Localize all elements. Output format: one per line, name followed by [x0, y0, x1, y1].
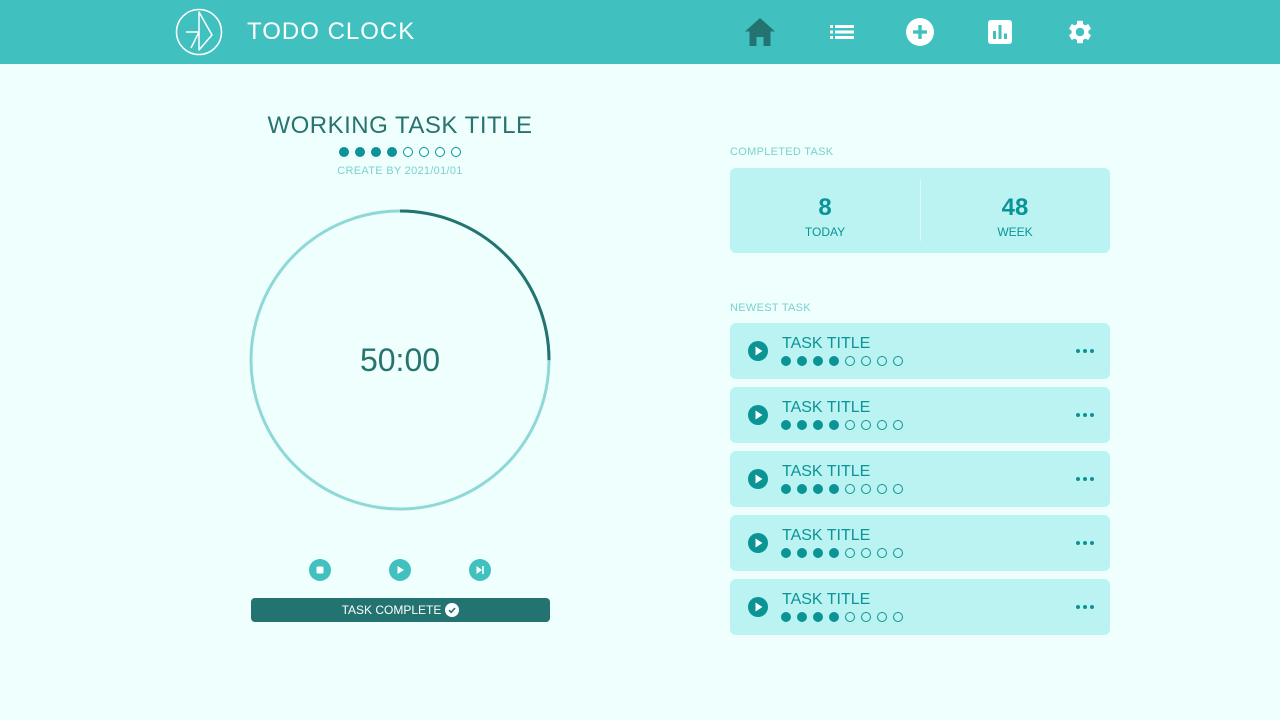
- task-list-item[interactable]: TASK TITLE: [730, 451, 1110, 507]
- today-label: TODAY: [804, 225, 846, 239]
- progress-dot-filled: [355, 147, 365, 157]
- progress-dot-filled: [781, 612, 791, 622]
- task-title: TASK TITLE: [782, 527, 871, 544]
- progress-dot-empty: [845, 356, 855, 366]
- progress-dot-empty: [861, 484, 871, 494]
- task-progress-dots: [781, 612, 903, 622]
- play-icon[interactable]: [389, 559, 411, 581]
- progress-dot-empty: [845, 612, 855, 622]
- progress-dot-filled: [829, 484, 839, 494]
- progress-dot-empty: [877, 484, 887, 494]
- task-complete-label: TASK COMPLETE: [341, 603, 442, 617]
- task-title: TASK TITLE: [782, 463, 871, 480]
- today-count: 8: [818, 194, 832, 221]
- progress-dot-filled: [829, 548, 839, 558]
- progress-dot-empty: [861, 356, 871, 366]
- task-title: TASK TITLE: [782, 591, 871, 608]
- progress-dot-filled: [781, 356, 791, 366]
- play-task-icon[interactable]: [748, 405, 768, 425]
- more-options-icon[interactable]: [1076, 597, 1094, 617]
- completed-task-label: COMPLETED TASK: [730, 146, 834, 158]
- play-task-icon[interactable]: [748, 597, 768, 617]
- progress-dot-filled: [829, 420, 839, 430]
- check-circle-icon: [445, 603, 460, 617]
- more-options-icon[interactable]: [1076, 469, 1094, 489]
- week-label: WEEK: [997, 225, 1033, 239]
- add-circle-icon[interactable]: [904, 16, 936, 48]
- task-title: TASK TITLE: [782, 335, 871, 352]
- newest-task-label: NEWEST TASK: [730, 302, 811, 314]
- progress-dot-filled: [813, 420, 823, 430]
- task-progress-dots: [781, 484, 903, 494]
- top-bar: TODO CLOCK: [0, 0, 1280, 64]
- gear-icon[interactable]: [1064, 16, 1096, 48]
- clock-logo-icon[interactable]: [175, 8, 223, 56]
- progress-dot-empty: [877, 420, 887, 430]
- created-date: CREATE BY 2021/01/01: [337, 165, 463, 177]
- progress-dot-filled: [813, 484, 823, 494]
- progress-dot-empty: [403, 147, 413, 157]
- progress-dot-empty: [419, 147, 429, 157]
- progress-dot-filled: [781, 548, 791, 558]
- progress-dot-empty: [845, 420, 855, 430]
- task-list-item[interactable]: TASK TITLE: [730, 579, 1110, 635]
- progress-dot-empty: [845, 484, 855, 494]
- task-list-item[interactable]: TASK TITLE: [730, 387, 1110, 443]
- bar-chart-icon[interactable]: [984, 16, 1016, 48]
- skip-next-icon[interactable]: [469, 559, 491, 581]
- progress-dot-empty: [451, 147, 461, 157]
- progress-dot-filled: [813, 548, 823, 558]
- progress-dot-filled: [829, 356, 839, 366]
- progress-dot-empty: [893, 612, 903, 622]
- more-options-icon[interactable]: [1076, 341, 1094, 361]
- task-complete-button[interactable]: TASK COMPLETE: [251, 598, 550, 622]
- progress-dot-empty: [877, 612, 887, 622]
- app-title: TODO CLOCK: [247, 18, 416, 45]
- task-progress-dots: [781, 548, 903, 558]
- progress-dot-filled: [781, 484, 791, 494]
- task-list-item[interactable]: TASK TITLE: [730, 323, 1110, 379]
- list-icon[interactable]: [826, 16, 858, 48]
- progress-dot-empty: [877, 356, 887, 366]
- progress-dot-filled: [797, 612, 807, 622]
- play-task-icon[interactable]: [748, 533, 768, 553]
- progress-dot-filled: [781, 420, 791, 430]
- task-list-item[interactable]: TASK TITLE: [730, 515, 1110, 571]
- progress-dot-empty: [893, 484, 903, 494]
- task-title: TASK TITLE: [782, 399, 871, 416]
- progress-dot-empty: [861, 612, 871, 622]
- more-options-icon[interactable]: [1076, 405, 1094, 425]
- progress-dot-empty: [861, 548, 871, 558]
- progress-dot-empty: [435, 147, 445, 157]
- completed-stats-card: 8 TODAY 48 WEEK: [730, 168, 1110, 253]
- working-task-title: WORKING TASK TITLE: [267, 112, 533, 139]
- task-progress-dots: [781, 420, 903, 430]
- week-count: 48: [1001, 194, 1029, 221]
- stop-icon[interactable]: [309, 559, 331, 581]
- progress-dot-filled: [797, 548, 807, 558]
- progress-dot-empty: [877, 548, 887, 558]
- progress-dot-filled: [813, 612, 823, 622]
- progress-dot-filled: [797, 420, 807, 430]
- progress-dot-filled: [813, 356, 823, 366]
- play-task-icon[interactable]: [748, 341, 768, 361]
- progress-dot-filled: [339, 147, 349, 157]
- timer-display: 50:00: [359, 342, 441, 378]
- progress-dot-filled: [371, 147, 381, 157]
- progress-dot-empty: [845, 548, 855, 558]
- progress-dot-empty: [893, 548, 903, 558]
- home-icon[interactable]: [744, 16, 776, 48]
- progress-dot-filled: [797, 356, 807, 366]
- progress-dot-empty: [893, 356, 903, 366]
- progress-dot-empty: [893, 420, 903, 430]
- progress-dot-filled: [829, 612, 839, 622]
- play-task-icon[interactable]: [748, 469, 768, 489]
- task-progress-dots: [781, 356, 903, 366]
- progress-dot-filled: [797, 484, 807, 494]
- progress-dot-empty: [861, 420, 871, 430]
- progress-dot-filled: [387, 147, 397, 157]
- task-progress-dots: [339, 147, 461, 157]
- more-options-icon[interactable]: [1076, 533, 1094, 553]
